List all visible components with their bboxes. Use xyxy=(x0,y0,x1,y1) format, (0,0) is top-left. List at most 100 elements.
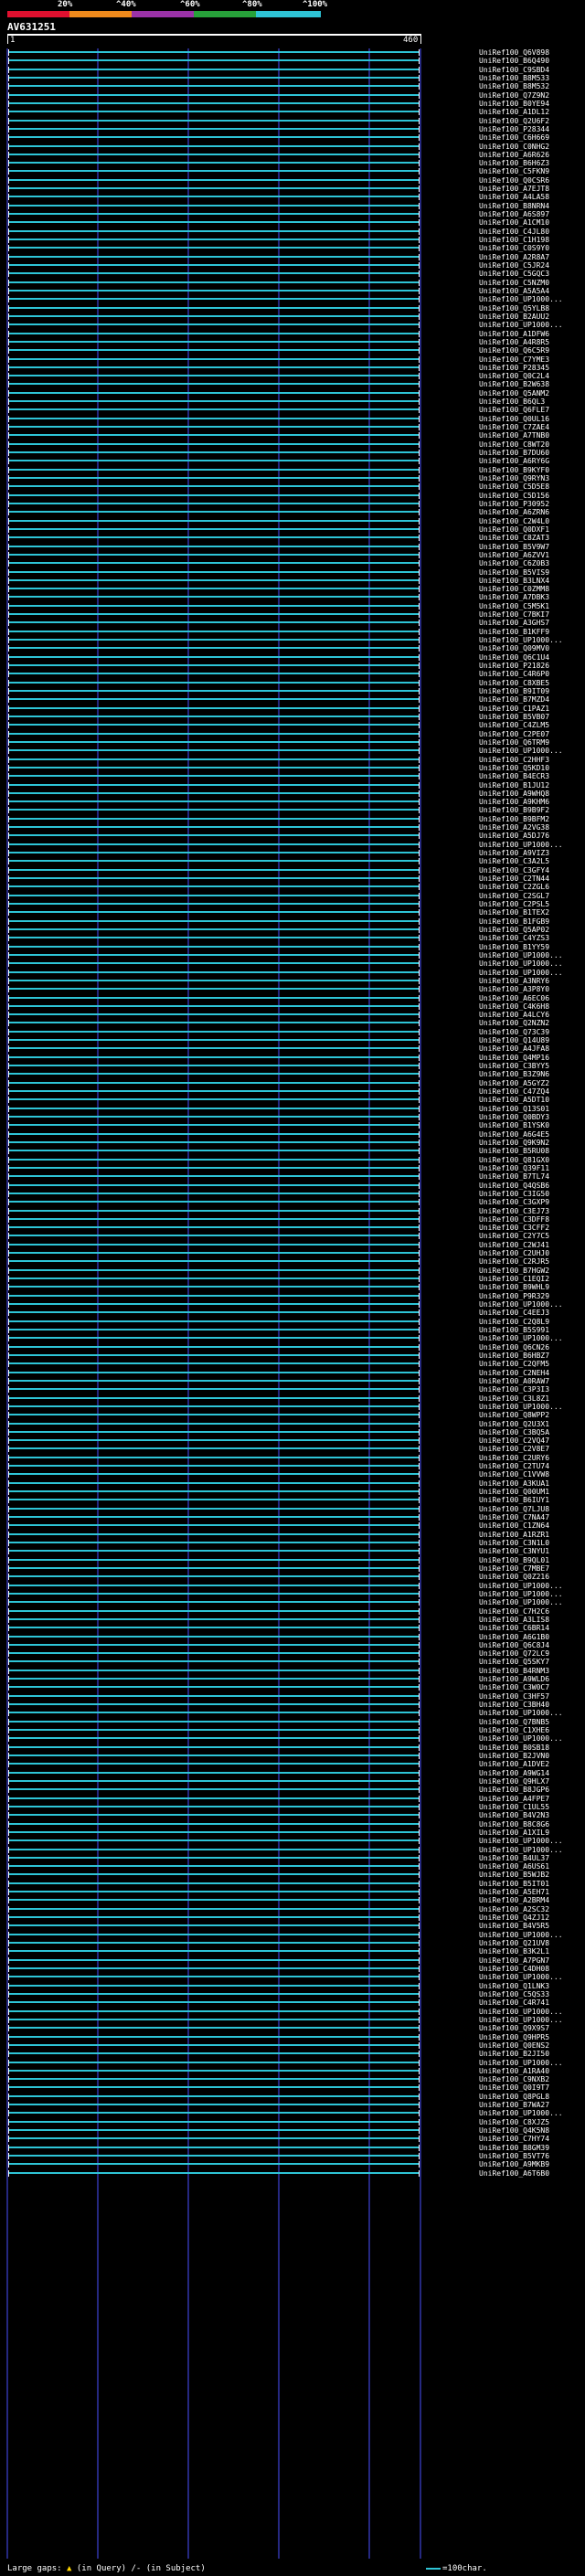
hit-end-tick xyxy=(419,1846,420,1853)
hit-bar xyxy=(9,2001,419,2004)
hit-end-tick xyxy=(419,1233,420,1240)
hit-bar xyxy=(9,1396,419,1399)
hit-bar xyxy=(9,588,419,590)
hit-bar xyxy=(9,1575,419,1578)
hit-end-tick xyxy=(419,951,420,959)
hit-bar xyxy=(9,1984,419,1987)
hit-end-tick xyxy=(419,49,420,56)
hit-end-tick xyxy=(419,1497,420,1504)
hit-bar xyxy=(9,749,419,752)
hit-end-tick xyxy=(419,935,420,942)
hit-bar xyxy=(9,962,419,965)
hit-bar xyxy=(9,255,419,258)
hit-end-tick xyxy=(419,1327,420,1333)
hit-bar xyxy=(9,1814,419,1817)
hit-end-tick xyxy=(419,611,420,619)
hit-end-tick xyxy=(419,2059,420,2066)
hit-bar xyxy=(9,1456,419,1458)
hit-end-tick xyxy=(419,1428,420,1436)
hit-end-tick xyxy=(419,1420,420,1427)
hit-end-tick xyxy=(419,330,420,337)
hit-end-tick xyxy=(419,296,420,303)
hit-bar xyxy=(9,357,419,360)
hit-end-tick xyxy=(419,83,420,90)
hit-bar xyxy=(9,1652,419,1655)
hit-end-tick xyxy=(419,671,420,678)
legend-footer: Large gaps: ▲ (in Query) /- (in Subject)… xyxy=(0,2561,585,2576)
hit-end-tick xyxy=(419,1880,420,1887)
hit-end-tick xyxy=(419,688,420,694)
hit-end-tick xyxy=(419,790,420,797)
hit-end-tick xyxy=(419,1769,420,1776)
hit-end-tick xyxy=(419,1199,420,1206)
hit-end-tick xyxy=(419,1940,420,1947)
hit-bar xyxy=(9,706,419,709)
hit-end-tick xyxy=(419,1889,420,1896)
hit-bar xyxy=(9,196,419,198)
hit-bar xyxy=(9,1830,419,1833)
hit-end-tick xyxy=(419,1990,420,1998)
hit-end-tick xyxy=(419,525,420,533)
hit-bar xyxy=(9,843,419,845)
hit-end-tick xyxy=(419,815,420,822)
hit-row[interactable]: UniRef100_A6T6B0 xyxy=(0,2169,585,2178)
hit-end-tick xyxy=(419,1045,420,1053)
hit-end-tick xyxy=(419,1948,420,1956)
hit-end-tick xyxy=(419,176,420,184)
hit-bar xyxy=(9,791,419,794)
hit-end-tick xyxy=(419,577,420,584)
hit-label[interactable]: UniRef100_A6T6B0 xyxy=(479,2169,585,2178)
hit-bar xyxy=(9,1805,419,1807)
hit-bar xyxy=(9,1627,419,1629)
hit-end-tick xyxy=(419,1054,420,1061)
hit-bar xyxy=(9,1430,419,1433)
hit-end-tick xyxy=(419,1607,420,1615)
hit-bar xyxy=(9,1473,419,1476)
hit-end-tick xyxy=(419,1071,420,1078)
hit-bar xyxy=(9,1754,419,1756)
hit-bar xyxy=(9,911,419,914)
hit-bar xyxy=(9,1566,419,1569)
hit-end-tick xyxy=(419,415,420,422)
hit-end-tick xyxy=(419,1309,420,1317)
hit-bar xyxy=(9,1320,419,1322)
hit-end-tick xyxy=(419,1454,420,1461)
hit-bar xyxy=(9,2146,419,2148)
hit-end-tick xyxy=(419,594,420,601)
hit-bar xyxy=(9,877,419,880)
hit-bar xyxy=(9,690,419,692)
hit-bar xyxy=(9,1294,419,1297)
hit-bar xyxy=(9,1499,419,1501)
hit-end-tick xyxy=(419,1471,420,1479)
hit-bar xyxy=(9,59,419,62)
hit-end-tick xyxy=(419,866,420,874)
hit-bar xyxy=(9,647,419,650)
hit-end-tick xyxy=(419,543,420,550)
hit-end-tick xyxy=(419,653,420,661)
hit-bar xyxy=(9,698,419,701)
hit-end-tick xyxy=(419,211,420,218)
hit-end-tick xyxy=(419,134,420,142)
hit-end-tick xyxy=(419,1599,420,1606)
hit-bar xyxy=(9,51,419,53)
hit-bar xyxy=(9,340,419,343)
hit-bar xyxy=(9,1601,419,1604)
hit-bar xyxy=(9,332,419,334)
hit-end-tick xyxy=(419,1718,420,1725)
hit-end-tick xyxy=(419,1522,420,1530)
hit-bar xyxy=(9,408,419,411)
hit-end-tick xyxy=(419,1692,420,1700)
hit-bar xyxy=(9,2120,419,2123)
hit-end-tick xyxy=(419,1489,420,1496)
hit-end-tick xyxy=(419,2136,420,2143)
hit-end-tick xyxy=(419,1863,420,1871)
hit-bar xyxy=(9,809,419,811)
hit-end-tick xyxy=(419,1412,420,1419)
hit-end-tick xyxy=(419,432,420,440)
hit-end-tick xyxy=(419,322,420,329)
hit-bar xyxy=(9,306,419,309)
hit-bar xyxy=(9,1550,419,1553)
hit-bar xyxy=(9,604,419,607)
hit-end-tick xyxy=(419,1659,420,1666)
scale-swatch xyxy=(426,2567,441,2570)
